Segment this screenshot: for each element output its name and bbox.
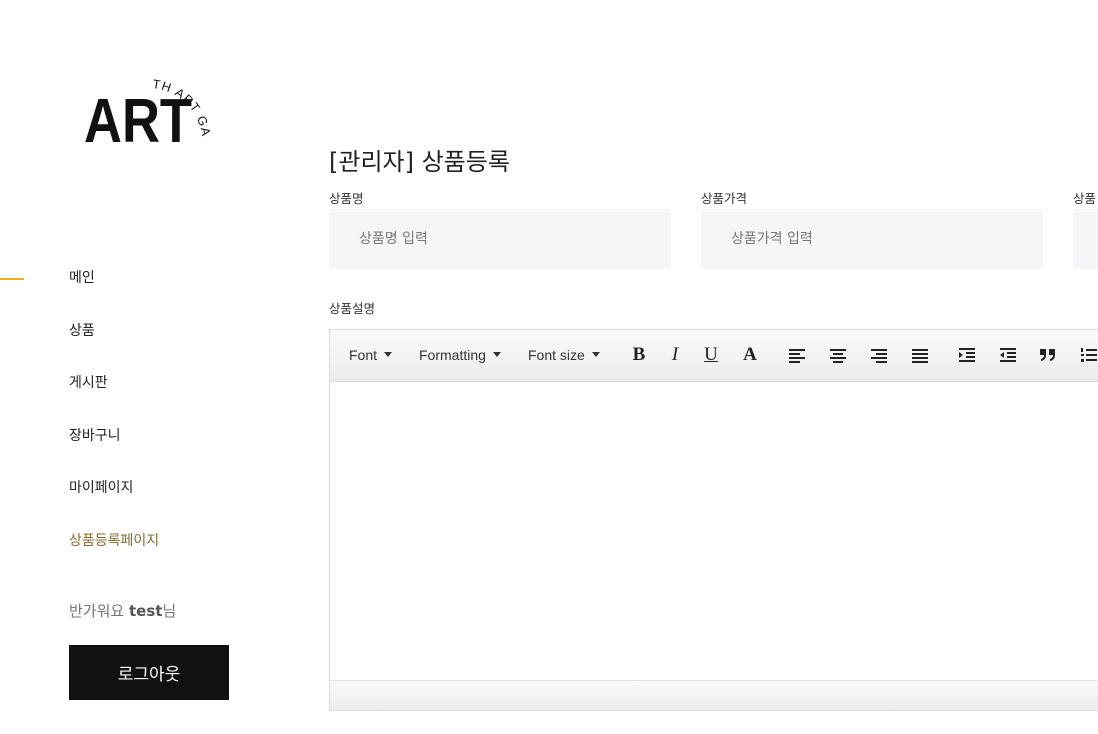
underline-icon: U — [704, 344, 718, 365]
editor-statusbar — [330, 680, 1098, 710]
font-dropdown[interactable]: Font — [349, 330, 393, 380]
formatting-dropdown[interactable]: Formatting — [419, 330, 501, 380]
user-name: test — [128, 602, 163, 620]
sidebar-item-label: 게시판 — [69, 375, 108, 391]
user-greeting: 반가워요 test님 — [69, 600, 176, 621]
underline-button[interactable]: U — [698, 343, 724, 367]
ordered-list-button[interactable] — [1076, 343, 1098, 367]
sidebar-nav: 메인 상품 게시판 장바구니 마이페이지 상품등록페이지 — [0, 258, 300, 573]
chevron-down-icon — [384, 352, 393, 357]
logout-button[interactable]: 로그아웃 — [69, 645, 229, 700]
greeting-prefix: 반가워요 — [69, 602, 129, 620]
product-extra-label: 상품 — [1073, 191, 1097, 206]
text-color-icon: A — [743, 344, 757, 365]
sidebar-item-mypage[interactable]: 마이페이지 — [0, 468, 300, 521]
product-price-input[interactable] — [701, 209, 1043, 269]
page: ART TH ART GALLERY 메인 상품 게시판 장바구니 마이페이지 … — [0, 0, 1098, 734]
sidebar-item-label: 마이페이지 — [69, 480, 134, 496]
product-name-label: 상품명 — [329, 191, 364, 206]
align-center-button[interactable] — [825, 343, 851, 367]
greeting-suffix: 님 — [162, 602, 177, 620]
outdent-icon — [1000, 348, 1016, 362]
product-extra-input[interactable] — [1073, 209, 1098, 269]
align-center-icon — [830, 349, 846, 363]
indent-icon — [959, 348, 975, 362]
ordered-list-icon — [1081, 348, 1097, 362]
product-name-input[interactable] — [329, 209, 671, 269]
editor-content-area[interactable] — [330, 382, 1098, 680]
blockquote-icon — [1040, 349, 1055, 361]
align-justify-icon — [912, 349, 928, 363]
editor-toolbar: Font Formatting Font size B I U A — [330, 330, 1098, 382]
sidebar-item-label: 메인 — [69, 270, 95, 286]
chevron-down-icon — [492, 352, 501, 357]
align-right-button[interactable] — [866, 343, 892, 367]
blockquote-button[interactable] — [1035, 343, 1061, 367]
font-dropdown-label: Font — [349, 347, 378, 363]
align-left-icon — [789, 349, 805, 363]
font-size-dropdown-label: Font size — [528, 347, 585, 363]
sidebar-item-label: 상품 — [69, 322, 95, 339]
sidebar-item-cart[interactable]: 장바구니 — [0, 416, 300, 469]
indent-button[interactable] — [954, 343, 980, 367]
sidebar-item-product-register[interactable]: 상품등록페이지 — [0, 521, 300, 574]
sidebar-item-board[interactable]: 게시판 — [0, 363, 300, 416]
align-right-icon — [871, 349, 887, 363]
product-price-label: 상품가격 — [701, 191, 748, 206]
sidebar-item-products[interactable]: 상품 — [0, 311, 300, 364]
italic-button[interactable]: I — [662, 343, 688, 367]
sidebar-item-label: 상품등록페이지 — [69, 532, 160, 549]
bold-button[interactable]: B — [626, 343, 652, 367]
bold-icon: B — [632, 344, 646, 365]
align-justify-button[interactable] — [907, 343, 933, 367]
sidebar-item-label: 장바구니 — [69, 427, 121, 444]
align-left-button[interactable] — [784, 343, 810, 367]
page-title: [관리자] 상품등록 — [329, 148, 510, 176]
text-color-button[interactable]: A — [737, 343, 763, 367]
sidebar-item-main[interactable]: 메인 — [0, 258, 300, 311]
outdent-button[interactable] — [995, 343, 1021, 367]
formatting-dropdown-label: Formatting — [419, 347, 486, 363]
art-gallery-logo[interactable]: ART TH ART GALLERY — [84, 58, 244, 150]
chevron-down-icon — [591, 352, 600, 357]
description-editor: Font Formatting Font size B I U A — [329, 329, 1098, 711]
italic-icon: I — [671, 344, 679, 365]
description-label: 상품설명 — [329, 301, 376, 316]
font-size-dropdown[interactable]: Font size — [528, 330, 600, 380]
